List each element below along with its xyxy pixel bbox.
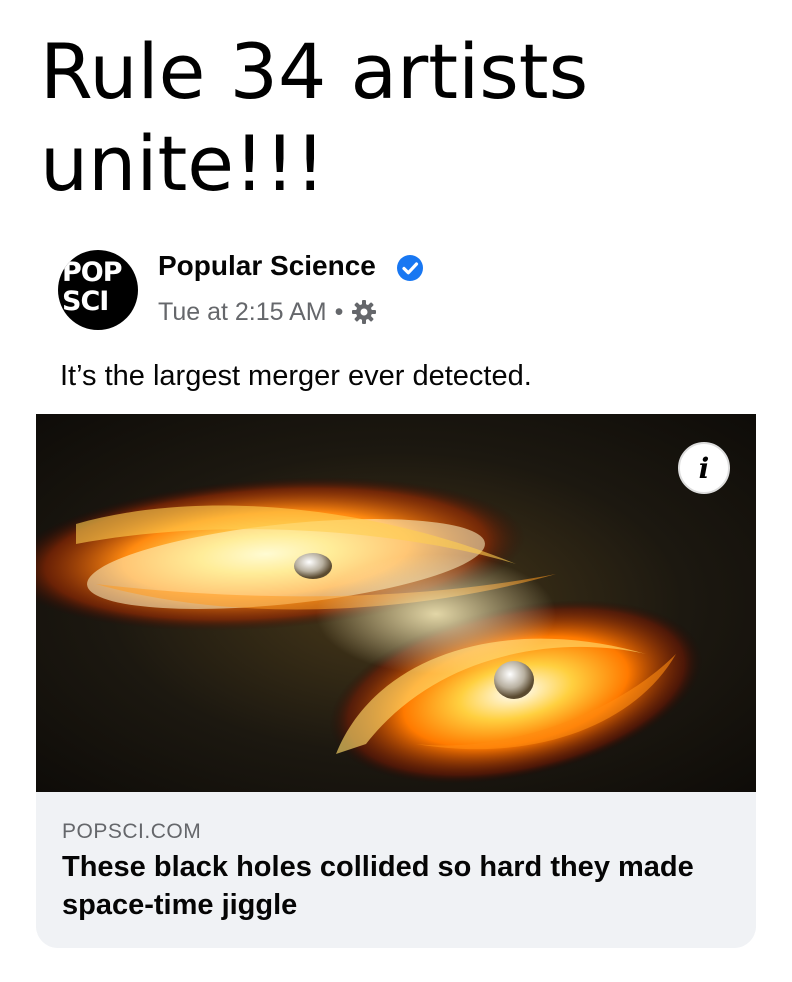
post-header: POP SCI Popular Science Tue at 2:15 AM • [58,246,758,336]
link-preview-card[interactable]: i POPSCI.COM These black holes collided … [36,414,756,948]
link-footer[interactable]: POPSCI.COM These black holes collided so… [36,792,756,948]
meta-separator: • [334,297,344,326]
page-name-link[interactable]: Popular Science [158,250,376,282]
avatar[interactable]: POP SCI [58,250,138,330]
post-text: It’s the largest merger ever detected. [60,360,532,392]
post-timestamp[interactable]: Tue at 2:15 AM [158,298,327,327]
verified-badge-icon [397,255,423,281]
link-domain: POPSCI.COM [62,820,202,843]
avatar-logo-text: POP SCI [62,257,123,317]
black-hole-merger-image [36,414,756,792]
meme-caption: Rule 34 artists unite!!! [40,27,589,208]
post-meta: Tue at 2:15 AM • [158,294,377,330]
gear-icon[interactable] [351,299,377,325]
link-headline[interactable]: These black holes collided so hard they … [62,848,742,924]
info-button[interactable]: i [678,442,730,494]
